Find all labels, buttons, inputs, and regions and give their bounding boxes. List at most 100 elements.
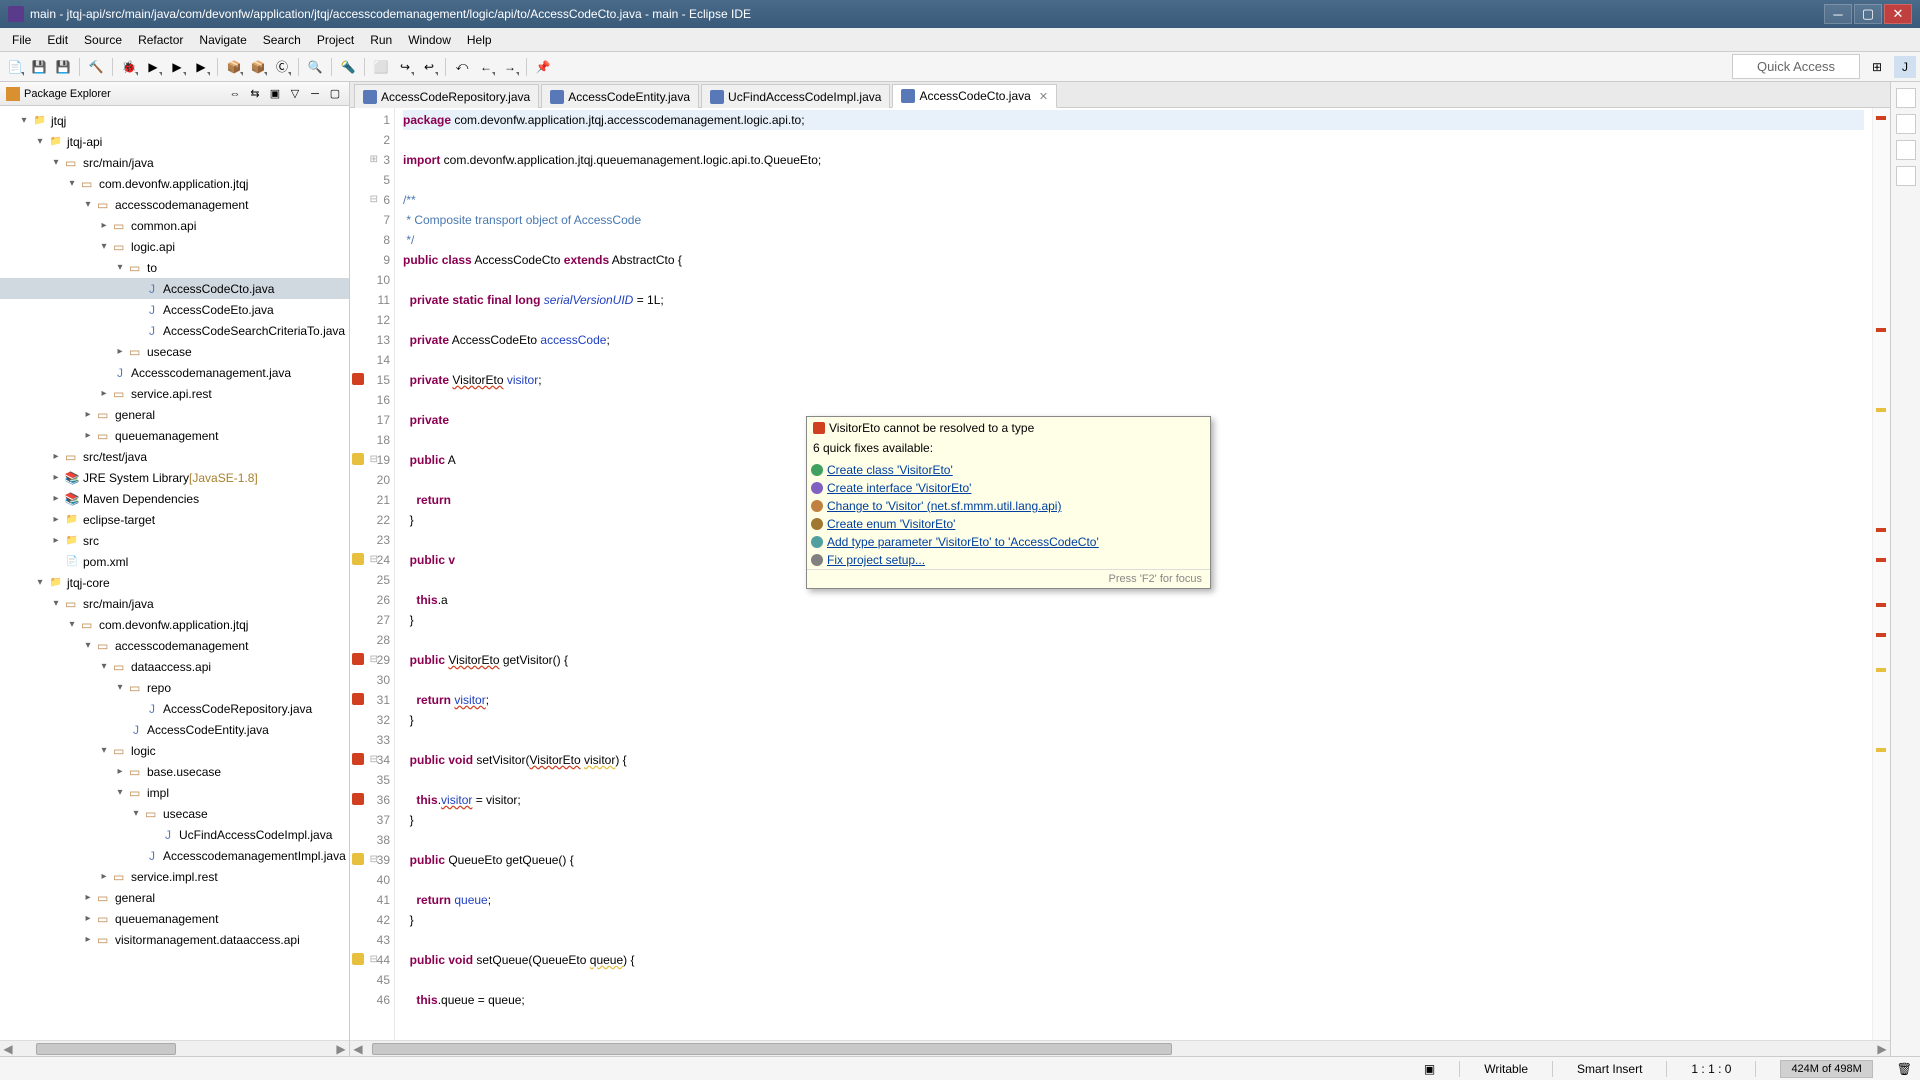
save-all-button[interactable]: 💾 xyxy=(52,56,74,78)
tree-item[interactable]: JAccesscodemanagement.java xyxy=(0,362,349,383)
tree-item[interactable]: ▸📁eclipse-target xyxy=(0,509,349,530)
last-edit-button[interactable]: ⤺ xyxy=(451,56,473,78)
tree-item[interactable]: JAccesscodemanagementImpl.java xyxy=(0,845,349,866)
tree-item[interactable]: ▸queuemanagement xyxy=(0,908,349,929)
heap-status[interactable]: 424M of 498M xyxy=(1780,1060,1872,1078)
maximize-button[interactable]: ▢ xyxy=(1854,4,1882,24)
tree-item[interactable]: ▸📚Maven Dependencies xyxy=(0,488,349,509)
tree-item[interactable]: ▾dataaccess.api xyxy=(0,656,349,677)
tree-item[interactable]: ▾📁jtqj-core xyxy=(0,572,349,593)
minimize-button[interactable]: ─ xyxy=(1824,4,1852,24)
tree-item[interactable]: ▾com.devonfw.application.jtqj xyxy=(0,173,349,194)
tree-item[interactable]: ▾src/main/java xyxy=(0,152,349,173)
annotation-prev-button[interactable]: ↩ xyxy=(418,56,440,78)
package-tree[interactable]: ▾📁jtqj▾📁jtqj-api▾src/main/java▾com.devon… xyxy=(0,106,349,1040)
tree-item[interactable]: ▸src/test/java xyxy=(0,446,349,467)
tree-item[interactable]: ▸service.impl.rest xyxy=(0,866,349,887)
tree-item[interactable]: ▾logic.api xyxy=(0,236,349,257)
tree-item[interactable]: ▾repo xyxy=(0,677,349,698)
quickfix-item[interactable]: Fix project setup... xyxy=(807,551,1210,569)
other-view-button[interactable] xyxy=(1896,140,1916,160)
tree-item[interactable]: ▸base.usecase xyxy=(0,761,349,782)
ext-tools-button[interactable]: ▶ xyxy=(190,56,212,78)
tree-item[interactable]: ▾📁jtqj xyxy=(0,110,349,131)
search-button[interactable]: 🔦 xyxy=(337,56,359,78)
tree-item[interactable]: JAccessCodeEntity.java xyxy=(0,719,349,740)
overview-ruler[interactable] xyxy=(1872,108,1890,1040)
menu-help[interactable]: Help xyxy=(459,30,500,50)
quickfix-item[interactable]: Create enum 'VisitorEto' xyxy=(807,515,1210,533)
tree-item[interactable]: ▸general xyxy=(0,404,349,425)
tree-item[interactable]: 📄pom.xml xyxy=(0,551,349,572)
minimize-view-button[interactable]: ─ xyxy=(307,86,323,102)
tree-item[interactable]: JAccessCodeSearchCriteriaTo.java xyxy=(0,320,349,341)
tree-item[interactable]: ▸general xyxy=(0,887,349,908)
menu-run[interactable]: Run xyxy=(362,30,400,50)
tree-item[interactable]: ▾📁jtqj-api xyxy=(0,131,349,152)
editor-tab[interactable]: AccessCodeEntity.java xyxy=(541,84,699,108)
build-button[interactable]: 🔨 xyxy=(85,56,107,78)
new-project-button[interactable]: 📦 xyxy=(223,56,245,78)
java-perspective-button[interactable]: J xyxy=(1894,56,1916,78)
annotation-nav-button[interactable]: ↪ xyxy=(394,56,416,78)
line-gutter[interactable]: 123⊞56⊟78910111213141516171819⊟202122232… xyxy=(350,108,395,1040)
tree-item[interactable]: ▾src/main/java xyxy=(0,593,349,614)
tree-item[interactable]: ▾logic xyxy=(0,740,349,761)
new-button[interactable]: 📄 xyxy=(4,56,26,78)
quick-access[interactable]: Quick Access xyxy=(1732,54,1860,79)
tree-item[interactable]: ▸visitormanagement.dataaccess.api xyxy=(0,929,349,950)
menu-refactor[interactable]: Refactor xyxy=(130,30,191,50)
outline-view-button[interactable] xyxy=(1896,88,1916,108)
editor-hscroll[interactable]: ◀▶ xyxy=(350,1040,1890,1056)
editor-tab[interactable]: AccessCodeRepository.java xyxy=(354,84,539,108)
view-menu-button[interactable]: ▽ xyxy=(287,86,303,102)
new-class-button[interactable]: Ⓒ xyxy=(271,56,293,78)
run-button[interactable]: ▶ xyxy=(142,56,164,78)
open-type-button[interactable]: 🔍 xyxy=(304,56,326,78)
menu-edit[interactable]: Edit xyxy=(39,30,76,50)
menu-source[interactable]: Source xyxy=(76,30,130,50)
tree-item[interactable]: ▸queuemanagement xyxy=(0,425,349,446)
link-editor-button[interactable]: ⇆ xyxy=(247,86,263,102)
gc-button[interactable]: 🗑 xyxy=(1897,1062,1912,1076)
forward-button[interactable]: → xyxy=(499,56,521,78)
tree-item[interactable]: ▾usecase xyxy=(0,803,349,824)
tree-item[interactable]: ▾impl xyxy=(0,782,349,803)
tree-item[interactable]: ▾accesscodemanagement xyxy=(0,635,349,656)
tree-item[interactable]: ▾accesscodemanagement xyxy=(0,194,349,215)
close-tab-icon[interactable]: ✕ xyxy=(1039,90,1048,103)
tree-item[interactable]: JAccessCodeRepository.java xyxy=(0,698,349,719)
console-icon[interactable]: ▣ xyxy=(1424,1062,1435,1076)
debug-button[interactable]: 🐞 xyxy=(118,56,140,78)
tree-item[interactable]: ▸common.api xyxy=(0,215,349,236)
editor-tab[interactable]: AccessCodeCto.java✕ xyxy=(892,84,1057,108)
tree-item[interactable]: JAccessCodeEto.java xyxy=(0,299,349,320)
menu-window[interactable]: Window xyxy=(400,30,459,50)
coverage-button[interactable]: ▶ xyxy=(166,56,188,78)
menu-navigate[interactable]: Navigate xyxy=(191,30,254,50)
back-button[interactable]: ← xyxy=(475,56,497,78)
editor-tab[interactable]: UcFindAccessCodeImpl.java xyxy=(701,84,890,108)
close-button[interactable]: ✕ xyxy=(1884,4,1912,24)
tree-item[interactable]: ▸service.api.rest xyxy=(0,383,349,404)
maximize-view-button[interactable]: ▢ xyxy=(327,86,343,102)
task-view-button[interactable] xyxy=(1896,114,1916,134)
save-button[interactable]: 💾 xyxy=(28,56,50,78)
menu-file[interactable]: File xyxy=(4,30,39,50)
quickfix-item[interactable]: Change to 'Visitor' (net.sf.mmm.util.lan… xyxy=(807,497,1210,515)
tree-item[interactable]: ▾to xyxy=(0,257,349,278)
toggle-breadcrumb-button[interactable]: ⬜ xyxy=(370,56,392,78)
tree-item[interactable]: JUcFindAccessCodeImpl.java xyxy=(0,824,349,845)
tree-item[interactable]: ▸📚JRE System Library [JavaSE-1.8] xyxy=(0,467,349,488)
tree-item[interactable]: ▸📁src xyxy=(0,530,349,551)
tree-item[interactable]: JAccessCodeCto.java xyxy=(0,278,349,299)
new-package-button[interactable]: 📦 xyxy=(247,56,269,78)
quickfix-item[interactable]: Create interface 'VisitorEto' xyxy=(807,479,1210,497)
menu-search[interactable]: Search xyxy=(255,30,309,50)
tree-item[interactable]: ▸usecase xyxy=(0,341,349,362)
pin-button[interactable]: 📌 xyxy=(532,56,554,78)
other-view2-button[interactable] xyxy=(1896,166,1916,186)
open-perspective-button[interactable]: ⊞ xyxy=(1866,56,1888,78)
sidebar-hscroll[interactable]: ◀▶ xyxy=(0,1040,349,1056)
menu-project[interactable]: Project xyxy=(309,30,362,50)
